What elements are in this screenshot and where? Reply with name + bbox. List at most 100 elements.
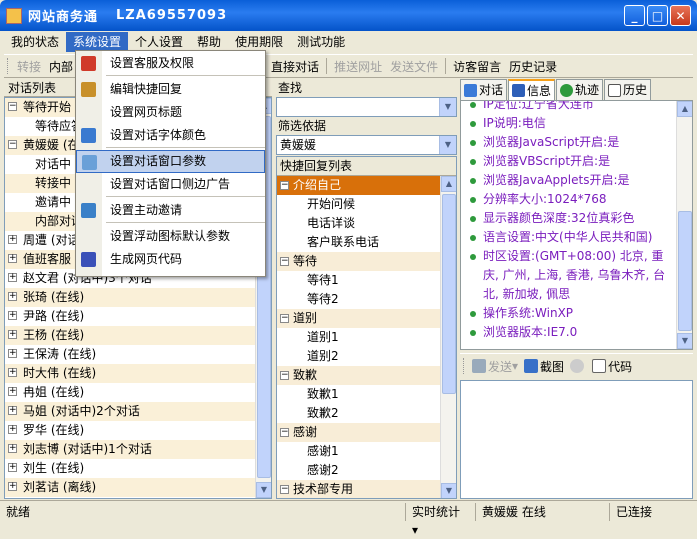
menu-item[interactable]: 设置对话窗口参数 [76,150,265,173]
menu-item[interactable]: 设置对话字体颜色 [76,124,265,147]
expand-icon[interactable]: + [8,235,17,244]
collapse-icon[interactable]: − [280,257,289,266]
scroll-thumb[interactable] [442,194,456,394]
menu-system-settings[interactable]: 系统设置 [66,32,129,52]
send-button[interactable]: 发送 ▾ [469,358,521,375]
menu-item[interactable]: 生成网页代码 [76,248,265,271]
quick-reply-group[interactable]: − 道别 [277,309,456,328]
quick-reply-item[interactable]: 道别2 [277,347,456,366]
scroll-up-icon[interactable]: ▲ [677,101,692,117]
info-scrollbar[interactable]: ▲ ▼ [676,101,692,349]
collapse-icon[interactable]: − [280,371,289,380]
tree-group-item[interactable]: + 刘生 (在线) [5,459,271,478]
collapse-icon[interactable]: − [8,140,17,149]
tree-group-item[interactable]: + 尹路 (在线) [5,307,271,326]
chevron-down-icon[interactable]: ▼ [439,98,456,116]
visitor-message-button[interactable]: 访客留言 [449,58,505,75]
tree-group-item[interactable]: + 张琦 (在线) [5,288,271,307]
scroll-thumb[interactable] [678,211,692,331]
expand-icon[interactable]: + [8,349,17,358]
expand-icon[interactable]: + [8,387,17,396]
message-input[interactable] [460,380,693,499]
quick-reply-group[interactable]: − 介绍自己 [277,176,456,195]
tree-group-item[interactable]: + 罗华 (在线) [5,421,271,440]
quick-reply-item[interactable]: 客户联系电话 [277,233,456,252]
menu-usage-period[interactable]: 使用期限 [228,32,290,52]
scroll-down-icon[interactable]: ▼ [441,483,456,498]
tab-chat[interactable]: 对话 [460,79,508,100]
filter-combo[interactable]: 黄媛媛 ▼ [276,135,457,155]
quick-reply-group[interactable]: − 技术部专用 [277,480,456,498]
expand-icon[interactable]: + [8,254,17,263]
menu-test-features[interactable]: 测试功能 [290,32,352,52]
toolbar-grip[interactable] [7,58,10,74]
expand-icon[interactable]: + [8,463,17,472]
expand-icon[interactable]: + [8,273,17,282]
menu-my-status[interactable]: 我的状态 [4,32,66,52]
quick-reply-item[interactable]: 感谢1 [277,442,456,461]
tree-group-item[interactable]: + 马姐 (对话中)2个对话 [5,402,271,421]
internal-button[interactable]: 内部 [45,58,77,75]
direct-chat-button[interactable]: 直接对话 [267,58,323,75]
tab-track[interactable]: 轨迹 [556,79,604,100]
menu-help[interactable]: 帮助 [190,32,228,52]
expand-icon[interactable]: + [8,425,17,434]
transfer-button[interactable]: 转接 [13,58,45,75]
tree-group-item[interactable]: + 王保涛 (在线) [5,345,271,364]
expand-icon[interactable]: + [8,330,17,339]
menu-item[interactable]: 设置浮动图标默认参数 [76,225,265,248]
quick-reply-header: 快捷回复列表 [277,157,456,176]
maximize-button[interactable]: □ [647,5,668,26]
quick-reply-group[interactable]: − 致歉 [277,366,456,385]
tree-group-item[interactable]: + 刘茗诘 (离线) [5,478,271,497]
quick-reply-group[interactable]: − 等待 [277,252,456,271]
expand-icon[interactable]: + [8,482,17,491]
close-button[interactable]: ✕ [670,5,691,26]
tree-group-item[interactable]: + 刘志博 (对话中)1个对话 [5,440,271,459]
menu-item[interactable]: 设置对话窗口侧边广告 [76,173,265,196]
expand-icon[interactable]: + [8,292,17,301]
quick-reply-item[interactable]: 道别1 [277,328,456,347]
collapse-icon[interactable]: − [280,314,289,323]
collapse-icon[interactable]: − [280,428,289,437]
collapse-icon[interactable]: − [280,181,289,190]
push-url-button[interactable]: 推送网址 [330,58,386,75]
menu-item[interactable]: 编辑快捷回复 [76,78,265,101]
expand-icon[interactable]: + [8,444,17,453]
quick-reply-item[interactable]: 开始问候 [277,195,456,214]
tab-info[interactable]: 信息 [508,79,556,100]
scroll-down-icon[interactable]: ▼ [256,482,271,498]
tree-group-item[interactable]: + 冉姐 (在线) [5,383,271,402]
collapse-icon[interactable]: − [280,485,289,494]
tree-group-item[interactable]: + 王杨 (在线) [5,326,271,345]
emoji-button[interactable] [567,359,589,373]
minimize-button[interactable]: _ [624,5,645,26]
collapse-icon[interactable]: − [8,102,17,111]
tree-group-item[interactable]: + 时大伟 (在线) [5,364,271,383]
quick-reply-item[interactable]: 等待1 [277,271,456,290]
expand-icon[interactable]: + [8,368,17,377]
screenshot-button[interactable]: 截图 [521,358,567,375]
menu-item[interactable]: 设置网页标题 [76,101,265,124]
quick-reply-scrollbar[interactable]: ▲ ▼ [440,176,456,498]
quick-reply-item[interactable]: 致歉1 [277,385,456,404]
realtime-stats-button[interactable]: 实时统计 ▾ [406,502,476,537]
chevron-down-icon[interactable]: ▼ [439,136,456,154]
menu-personal-settings[interactable]: 个人设置 [128,32,190,52]
expand-icon[interactable]: + [8,406,17,415]
scroll-up-icon[interactable]: ▲ [441,176,456,192]
menu-item[interactable]: 设置客服及权限 [76,52,265,75]
quick-reply-item[interactable]: 电话详谈 [277,214,456,233]
code-button[interactable]: 代码 [589,358,635,375]
menu-item[interactable]: 设置主动邀请 [76,199,265,222]
tab-history[interactable]: 历史 [604,79,652,100]
history-button[interactable]: 历史记录 [505,58,561,75]
send-file-button[interactable]: 发送文件 [386,58,442,75]
quick-reply-item[interactable]: 致歉2 [277,404,456,423]
quick-reply-group[interactable]: − 感谢 [277,423,456,442]
expand-icon[interactable]: + [8,311,17,320]
scroll-down-icon[interactable]: ▼ [677,333,692,349]
quick-reply-item[interactable]: 等待2 [277,290,456,309]
search-combo[interactable]: ▼ [276,97,457,117]
quick-reply-item[interactable]: 感谢2 [277,461,456,480]
